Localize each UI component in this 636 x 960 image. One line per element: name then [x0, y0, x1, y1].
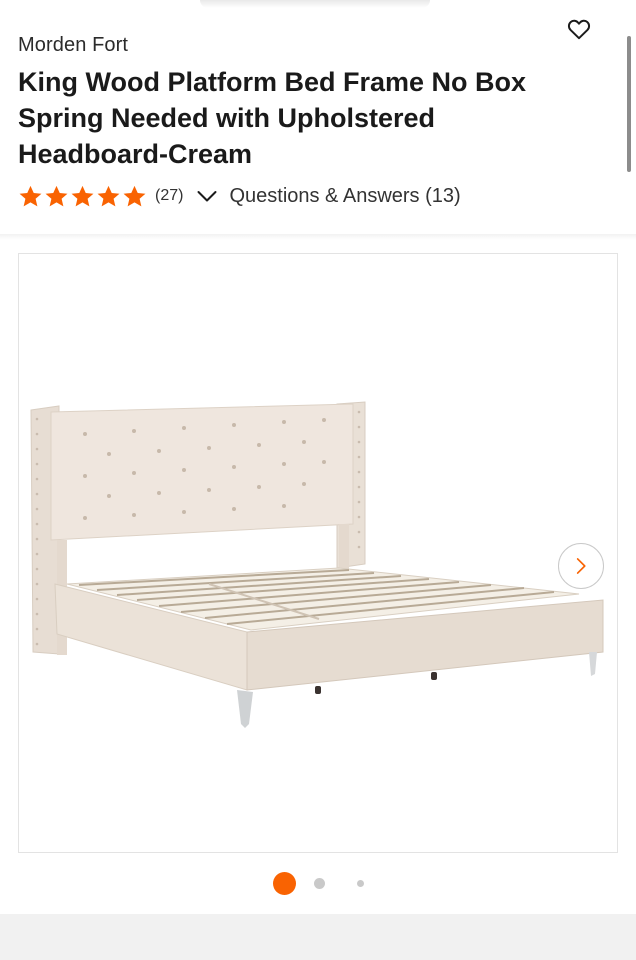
chevron-down-icon[interactable]: [195, 184, 219, 208]
carousel-dot-active[interactable]: [272, 871, 296, 895]
rating-row: (27) Questions & Answers (13): [18, 182, 461, 210]
product-title: King Wood Platform Bed Frame No Box Spri…: [18, 67, 527, 169]
star-rating[interactable]: [18, 184, 147, 209]
section-divider: [0, 234, 636, 240]
star-icon: [19, 185, 42, 206]
star-icon: [71, 185, 94, 206]
bed-product-image[interactable]: [19, 254, 617, 852]
star-icon: [123, 185, 146, 206]
star-icon: [45, 185, 68, 206]
carousel-dots: [0, 870, 636, 896]
bottom-section: [0, 914, 636, 960]
carousel-dot[interactable]: [313, 877, 325, 889]
star-icon: [97, 185, 120, 206]
next-image-button[interactable]: [558, 543, 604, 589]
questions-answers-link[interactable]: Questions & Answers (13): [229, 185, 460, 208]
review-count[interactable]: (27): [155, 187, 183, 205]
top-shadow: [200, 0, 430, 8]
chevron-right-icon: [576, 558, 586, 574]
heart-icon[interactable]: [566, 16, 592, 42]
carousel-dot[interactable]: [356, 879, 364, 887]
scrollbar[interactable]: [627, 36, 631, 172]
product-image-gallery[interactable]: [18, 253, 618, 853]
brand-name[interactable]: Morden Fort: [18, 34, 128, 57]
